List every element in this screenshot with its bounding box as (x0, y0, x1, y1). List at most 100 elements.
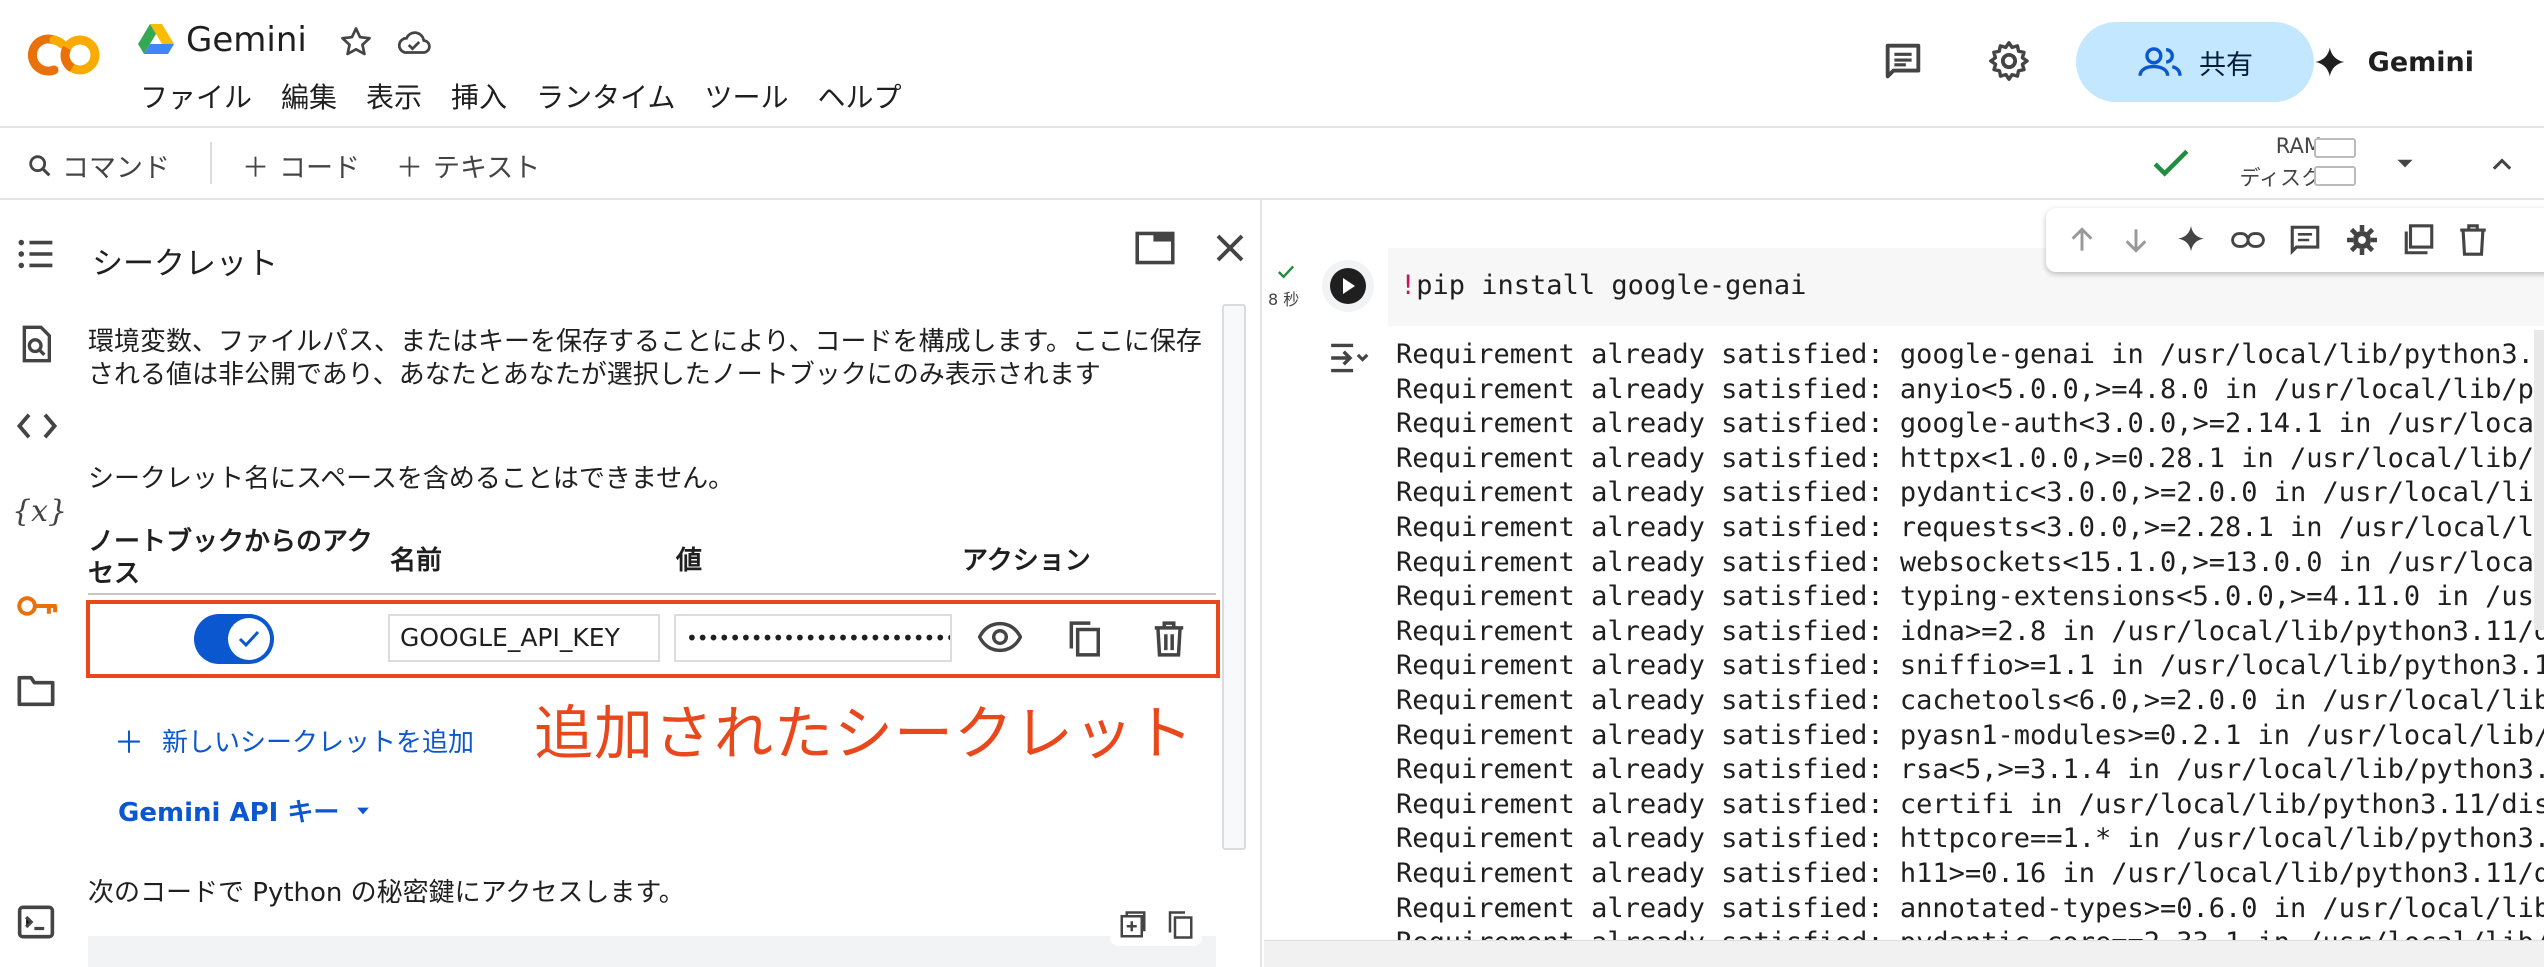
add-secret-button[interactable]: ＋ 新しいシークレットを追加 (114, 718, 474, 762)
colab-window: Gemini ファイル 編集 表示 挿入 ランタイム ツール ヘルプ 共有 Ge… (0, 0, 2544, 967)
cell-code[interactable]: !pip install google-genai (1400, 270, 1806, 301)
colab-logo[interactable] (22, 28, 106, 82)
copy-snippet-icon[interactable] (1166, 910, 1194, 940)
output-actions-icon[interactable] (1328, 340, 1372, 376)
menu-tools[interactable]: ツール (705, 76, 789, 116)
notebook-title[interactable]: Gemini (186, 20, 307, 60)
cell-settings-gear-icon[interactable] (2344, 222, 2380, 258)
delete-trash-icon[interactable] (1152, 620, 1186, 658)
share-label: 共有 (2199, 49, 2253, 81)
secret-name-note: シークレット名にスペースを含めることはできません。 (88, 464, 735, 494)
notebook-area: 8 秒 !pip install google-genai Requiremen… (1264, 200, 2544, 967)
menu-file[interactable]: ファイル (140, 76, 252, 116)
files-folder-icon[interactable] (16, 674, 56, 708)
command-palette-button[interactable]: コマンド (26, 146, 170, 185)
connected-check-icon[interactable] (2152, 148, 2190, 180)
gemini-key-label: Gemini API キー (118, 798, 340, 828)
secret-value-field[interactable]: •••••••••••••••••••••••••••••••• (674, 614, 952, 662)
comment-icon[interactable] (2288, 223, 2322, 257)
disk-label: ディスク (2239, 166, 2322, 190)
code-snippets-icon[interactable] (16, 410, 58, 442)
close-icon[interactable] (1212, 230, 1248, 266)
gemini-sparkle-icon[interactable] (2174, 223, 2208, 257)
search-icon (29, 154, 51, 176)
column-header-name: 名前 (390, 546, 443, 576)
plus-icon: ＋ (242, 153, 269, 184)
column-header-access: ノートブックからのアクセス (88, 527, 373, 589)
panel-scrollbar[interactable] (1222, 304, 1246, 850)
cell-output: Requirement already satisfied: google-ge… (1396, 339, 2544, 958)
delete-cell-icon[interactable] (2458, 223, 2488, 257)
link-icon[interactable] (2230, 226, 2266, 254)
menu-help[interactable]: ヘルプ (818, 76, 902, 116)
secrets-panel: シークレット 環境変数、ファイルパス、またはキーを保存することにより、コードを構… (74, 200, 1262, 967)
code-snippet-box (88, 936, 1216, 967)
table-of-contents-icon[interactable] (16, 236, 56, 272)
cloud-saved-icon[interactable] (394, 24, 434, 60)
insert-code-icon[interactable] (1118, 910, 1148, 940)
gemini-button[interactable]: Gemini (2314, 22, 2474, 102)
move-up-icon[interactable] (2066, 224, 2098, 256)
execution-time: 8 秒 (1268, 290, 1300, 309)
column-header-value: 値 (676, 546, 703, 576)
gemini-sparkle-icon (2315, 47, 2345, 77)
left-sidebar-rail: {x} (0, 200, 74, 967)
menu-insert[interactable]: 挿入 (451, 76, 507, 116)
ram-usage-meter[interactable] (2314, 138, 2356, 158)
add-code-button[interactable]: ＋ コード (242, 146, 360, 185)
chevron-up-icon[interactable] (2488, 150, 2516, 178)
cell-code-text: pip install google-genai (1416, 270, 1807, 301)
find-replace-icon[interactable] (16, 324, 56, 364)
add-secret-label: 新しいシークレットを追加 (162, 727, 475, 758)
check-icon (238, 630, 260, 648)
secrets-key-icon[interactable] (16, 592, 60, 620)
plus-icon: ＋ (396, 153, 423, 184)
secrets-description: 環境変数、ファイルパス、またはキーを保存することにより、コードを構成します。ここ… (88, 327, 1202, 390)
command-label: コマンド (62, 153, 170, 184)
secret-name-field[interactable]: GOOGLE_API_KEY (388, 614, 660, 662)
ram-label: RAM (2275, 134, 2322, 158)
menu-bar: ファイル 編集 表示 挿入 ランタイム ツール ヘルプ (140, 76, 902, 116)
toolbar-divider (210, 142, 212, 184)
notebook-access-toggle[interactable] (194, 614, 274, 664)
play-icon (1330, 268, 1366, 304)
panel-title: シークレット (92, 246, 278, 282)
gemini-api-key-dropdown[interactable]: Gemini API キー (118, 792, 373, 829)
copy-icon[interactable] (1066, 620, 1102, 658)
run-cell-button[interactable] (1322, 260, 1374, 312)
move-down-icon[interactable] (2120, 224, 2152, 256)
output-horizontal-scrollbar[interactable] (1264, 940, 2544, 967)
google-drive-icon (138, 22, 174, 56)
table-header-divider (88, 593, 1216, 595)
add-code-label: コード (279, 153, 360, 184)
show-value-eye-icon[interactable] (978, 620, 1022, 654)
variables-icon[interactable]: {x} (12, 494, 67, 529)
share-button[interactable]: 共有 (2076, 22, 2314, 102)
code-access-note: 次のコードで Python の秘密鍵にアクセスします。 (88, 878, 685, 908)
comments-icon[interactable] (1880, 38, 1926, 84)
menu-runtime[interactable]: ランタイム (536, 76, 675, 116)
settings-gear-icon[interactable] (1986, 38, 2032, 84)
star-icon[interactable] (338, 24, 374, 60)
mirror-cell-icon[interactable] (2402, 223, 2436, 257)
cell-toolbar (2046, 208, 2544, 272)
menu-edit[interactable]: 編集 (281, 76, 337, 116)
plus-icon: ＋ (114, 726, 144, 761)
notebook-vertical-scrollbar[interactable] (2534, 330, 2544, 630)
toggle-knob (228, 618, 270, 660)
open-in-tab-icon[interactable] (1134, 230, 1176, 266)
people-icon (2138, 47, 2182, 76)
add-text-button[interactable]: ＋ テキスト (396, 146, 540, 185)
column-header-actions: アクション (962, 546, 1091, 576)
disk-usage-meter[interactable] (2314, 166, 2356, 186)
terminal-icon[interactable] (16, 904, 56, 940)
snippet-tools (1110, 904, 1202, 946)
app-header: Gemini ファイル 編集 表示 挿入 ランタイム ツール ヘルプ 共有 Ge… (0, 0, 2544, 128)
notebook-toolbar: コマンド ＋ コード ＋ テキスト RAM ディスク (0, 128, 2544, 200)
menu-view[interactable]: 表示 (366, 76, 422, 116)
annotation-label: 追加されたシークレット (534, 699, 1195, 768)
runtime-dropdown-icon[interactable] (2392, 150, 2418, 176)
execution-done-check-icon (1276, 264, 1296, 280)
shell-bang: ! (1400, 270, 1417, 301)
dropdown-arrow-icon (357, 807, 370, 814)
